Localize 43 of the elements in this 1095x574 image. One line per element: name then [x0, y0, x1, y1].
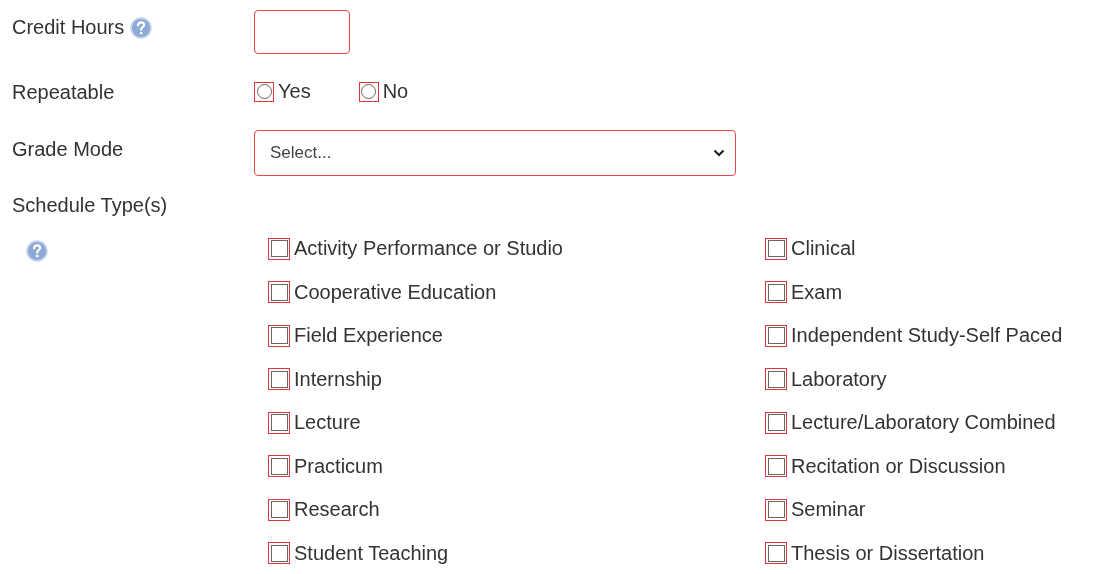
option-label: Thesis or Dissertation — [791, 540, 985, 566]
chevron-down-icon — [713, 149, 725, 157]
credit-hours-input[interactable] — [254, 10, 350, 54]
option-label: Student Teaching — [294, 540, 449, 566]
checkbox[interactable] — [268, 542, 290, 564]
checkbox[interactable] — [268, 411, 290, 434]
option-label: Exam — [791, 279, 843, 305]
checkbox[interactable] — [268, 498, 290, 521]
checkbox[interactable] — [268, 455, 290, 477]
radio-button[interactable] — [358, 81, 379, 102]
radio-button[interactable] — [254, 81, 274, 102]
checkbox[interactable] — [765, 498, 787, 521]
field-label: Schedule Type(s) — [12, 194, 168, 217]
checkbox[interactable] — [268, 281, 290, 303]
option-label: Independent Study-Self Paced — [791, 323, 1063, 348]
checkbox[interactable] — [268, 368, 290, 390]
field-label: Credit Hours — [12, 16, 125, 39]
option-label: Activity Performance or Studio — [294, 236, 563, 261]
option-label: Seminar — [791, 497, 866, 522]
field-label: Repeatable — [12, 81, 115, 104]
option-label: Laboratory — [791, 366, 887, 392]
checkbox[interactable] — [765, 455, 787, 477]
checkbox[interactable] — [765, 542, 787, 564]
checkbox[interactable] — [268, 237, 290, 260]
option-label: Clinical — [791, 236, 856, 261]
option-label: Cooperative Education — [294, 279, 497, 305]
grade-mode-select[interactable]: Select... — [254, 130, 736, 176]
option-label: Lecture/Laboratory Combined — [791, 410, 1056, 435]
option-label: Internship — [294, 366, 382, 392]
option-label: Lecture — [294, 410, 361, 435]
checkbox[interactable] — [765, 281, 787, 303]
option-label: No — [382, 80, 409, 103]
option-label: Recitation or Discussion — [791, 453, 1006, 479]
checkbox[interactable] — [765, 368, 787, 390]
option-label: Field Experience — [294, 323, 443, 348]
checkbox[interactable] — [765, 411, 787, 434]
checkbox[interactable] — [765, 237, 787, 260]
option-label: Practicum — [294, 453, 383, 479]
field-label: Grade Mode — [12, 138, 124, 161]
option-label: Research — [294, 497, 380, 522]
checkbox[interactable] — [765, 324, 787, 347]
option-label: Yes — [278, 80, 311, 103]
checkbox[interactable] — [268, 324, 290, 347]
